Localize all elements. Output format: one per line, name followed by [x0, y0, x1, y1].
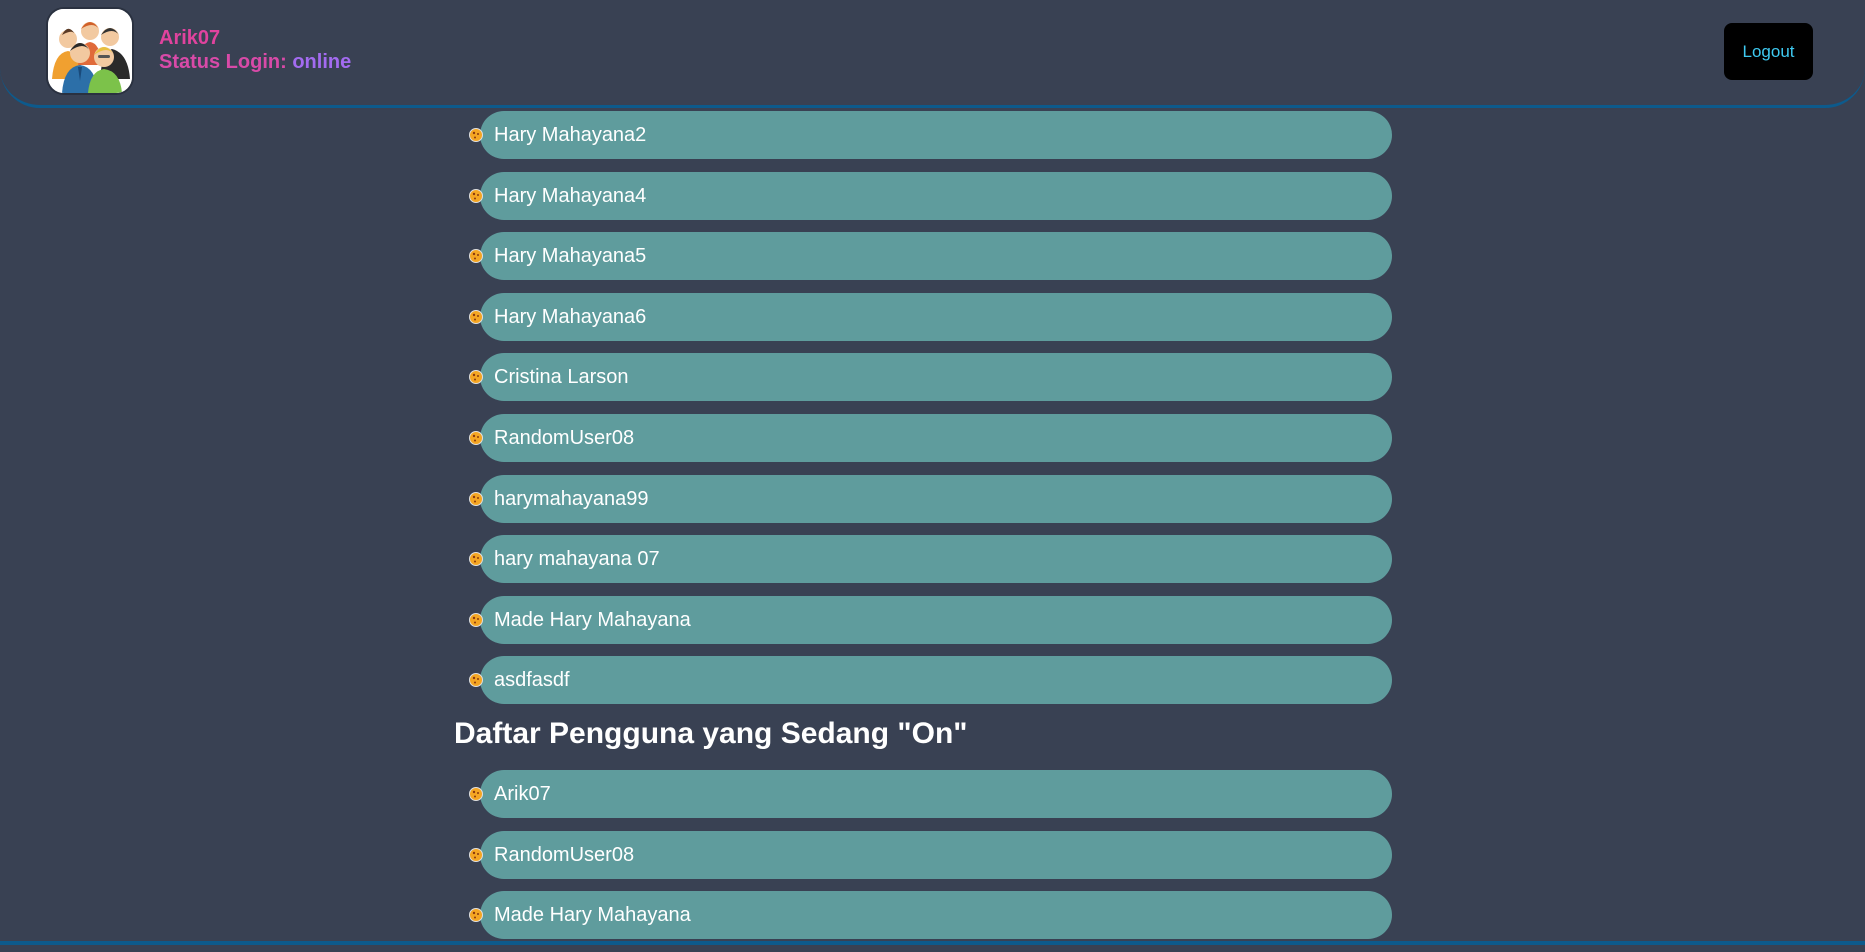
user-name: Cristina Larson — [494, 366, 629, 389]
cookie-icon — [468, 612, 484, 628]
status-value: online — [292, 51, 352, 73]
cookie-icon — [468, 188, 484, 204]
user-name: harymahayana99 — [494, 487, 649, 510]
user-name: Hary Mahayana6 — [494, 305, 647, 328]
user-name: Hary Mahayana2 — [494, 124, 647, 146]
group-users-icon — [46, 7, 134, 95]
username-label: Arik07 — [159, 27, 221, 49]
list-item[interactable]: Cristina Larson — [468, 353, 1392, 402]
cookie-icon — [468, 491, 484, 507]
list-item[interactable]: Made Hary Mahayana — [468, 891, 1392, 940]
list-item-background — [480, 656, 1392, 705]
status-label: Status Login: — [159, 51, 287, 73]
cookie-icon — [468, 847, 484, 863]
user-name: RandomUser08 — [494, 843, 635, 866]
user-name: Made Hary Mahayana — [494, 608, 691, 631]
list-item[interactable]: Hary Mahayana6 — [468, 292, 1392, 341]
list-item[interactable]: Hary Mahayana2 — [468, 111, 1392, 159]
list-item[interactable]: RandomUser08 — [468, 830, 1392, 879]
cookie-icon — [468, 369, 484, 385]
online-users-title: Daftar Pengguna yang Sedang "On" — [454, 717, 968, 750]
user-info: Arik07 Status Login: online — [159, 26, 351, 74]
cookie-icon — [468, 430, 484, 446]
list-item[interactable]: Hary Mahayana4 — [468, 171, 1392, 220]
user-name: Made Hary Mahayana — [494, 904, 691, 927]
cookie-icon — [468, 907, 484, 923]
list-item[interactable]: harymahayana99 — [468, 474, 1392, 523]
list-item[interactable]: hary mahayana 07 — [468, 535, 1392, 584]
cookie-icon — [468, 786, 484, 802]
cookie-icon — [468, 127, 484, 143]
user-name: Hary Mahayana5 — [494, 245, 647, 268]
list-item[interactable]: RandomUser08 — [468, 413, 1392, 462]
all-users-list: Hary Mahayana2 Hary Mahayana4 Hary Mahay… — [468, 111, 1392, 717]
user-name: hary mahayana 07 — [494, 548, 660, 571]
top-header: Arik07 Status Login: online Logout — [0, 0, 1865, 108]
cookie-icon — [468, 248, 484, 264]
list-item[interactable]: asdfasdf — [468, 656, 1392, 705]
list-item[interactable]: Arik07 — [468, 770, 1392, 818]
list-item-background — [480, 770, 1392, 818]
cookie-icon — [468, 309, 484, 325]
bottom-border — [0, 941, 1865, 945]
user-name: Hary Mahayana4 — [494, 184, 647, 207]
user-name: asdfasdf — [494, 669, 570, 692]
cookie-icon — [468, 672, 484, 688]
list-item[interactable]: Hary Mahayana5 — [468, 232, 1392, 281]
list-item[interactable]: Made Hary Mahayana — [468, 595, 1392, 644]
cookie-icon — [468, 551, 484, 567]
logout-button[interactable]: Logout — [1724, 23, 1813, 80]
login-status: Status Login: online — [159, 50, 351, 74]
user-name: Arik07 — [494, 783, 551, 805]
user-name: RandomUser08 — [494, 426, 635, 449]
online-users-list: Arik07 RandomUser08 Made Hary Mahayana — [468, 770, 1392, 952]
